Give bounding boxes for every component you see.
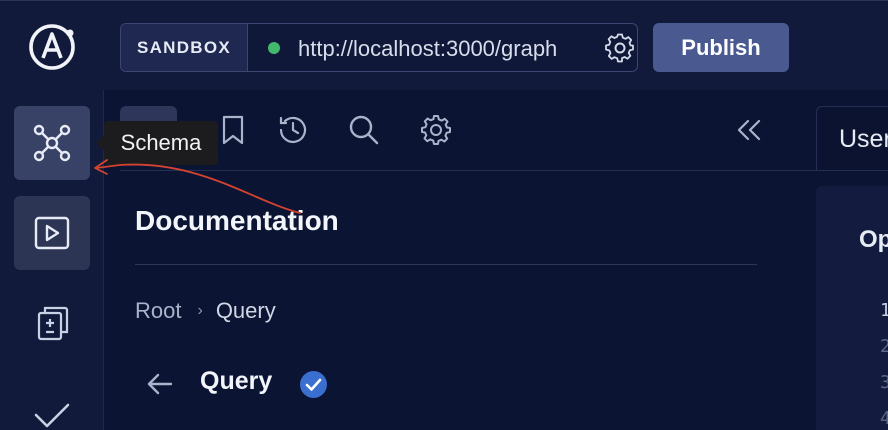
- diff-document-icon: [37, 306, 69, 341]
- line-number: 1: [880, 300, 888, 321]
- schema-graph-icon: [33, 124, 71, 162]
- rail-checks-button[interactable]: [14, 376, 90, 430]
- connection-status-dot: [268, 42, 280, 54]
- line-number: 2: [880, 336, 888, 357]
- checkmark-icon: [34, 403, 70, 428]
- breadcrumb-current: Query: [215, 298, 276, 323]
- breadcrumb: Root › Query: [135, 298, 276, 324]
- rail-schema-button[interactable]: [14, 106, 90, 180]
- verified-check-icon: [300, 371, 327, 398]
- breadcrumb-chevron-icon: ›: [197, 302, 203, 319]
- documentation-title: Documentation: [135, 205, 339, 236]
- schema-tooltip: Schema: [96, 121, 218, 165]
- endpoint-bar[interactable]: SANDBOX http://localhost:3000/graph: [120, 23, 638, 72]
- line-number: 4: [880, 408, 888, 429]
- apollo-logo-icon[interactable]: [22, 21, 82, 73]
- play-icon: [34, 216, 70, 250]
- breadcrumb-root-link[interactable]: Root: [135, 298, 181, 324]
- operation-tab[interactable]: User: [816, 106, 888, 170]
- search-icon[interactable]: [347, 113, 381, 147]
- type-name: Query: [200, 367, 273, 395]
- toolbar-divider: [120, 170, 888, 171]
- documentation-divider: [135, 264, 757, 265]
- operation-heading: Op: [859, 226, 888, 253]
- rail-explorer-button[interactable]: [14, 196, 90, 270]
- type-header: Query: [145, 364, 345, 404]
- operation-panel: Op 1 2 3 4: [816, 186, 888, 430]
- history-icon[interactable]: [276, 113, 310, 147]
- rail-diff-button[interactable]: [14, 286, 90, 360]
- collapse-double-chevron-icon[interactable]: [732, 113, 766, 147]
- bookmark-icon[interactable]: [216, 113, 250, 147]
- publish-button[interactable]: Publish: [653, 23, 789, 72]
- settings-gear-icon[interactable]: [419, 113, 453, 147]
- endpoint-url-input[interactable]: http://localhost:3000/graph: [298, 24, 586, 71]
- connection-settings-gear-icon[interactable]: [605, 33, 635, 63]
- sandbox-tag[interactable]: SANDBOX: [121, 24, 248, 71]
- back-arrow-icon[interactable]: [145, 370, 175, 398]
- line-number: 3: [880, 372, 888, 393]
